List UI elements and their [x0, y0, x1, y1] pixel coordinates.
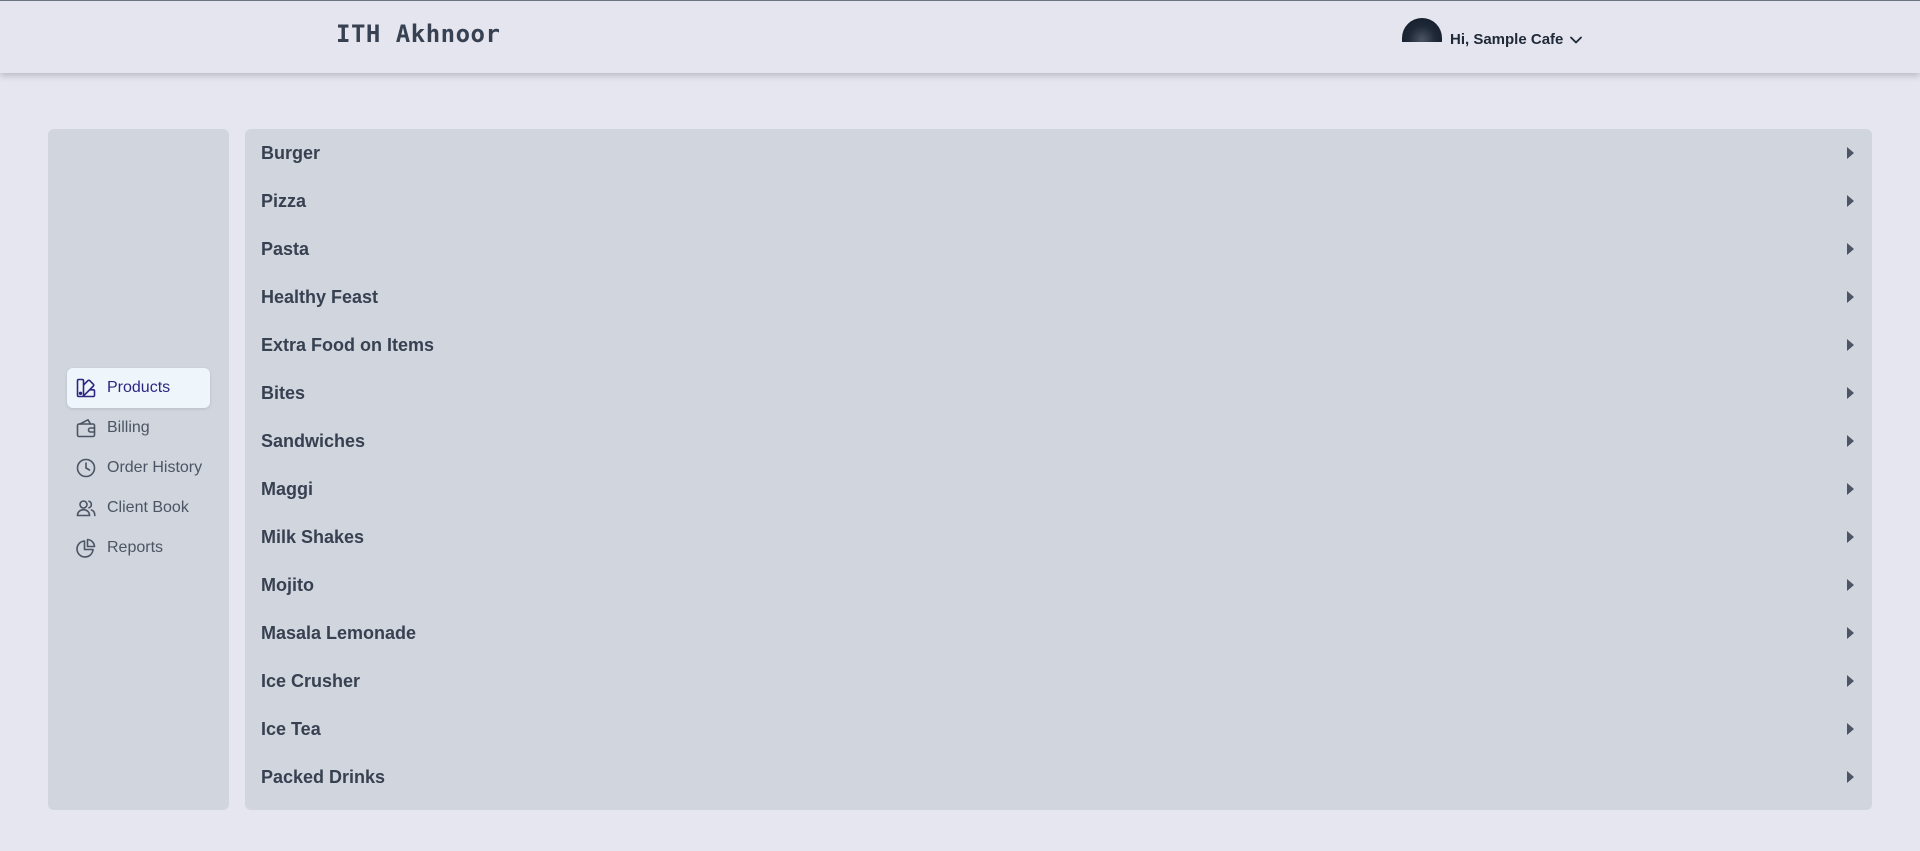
caret-right-icon[interactable] — [1847, 435, 1854, 447]
caret-right-icon[interactable] — [1847, 243, 1854, 255]
category-row-pasta[interactable]: Pasta — [245, 225, 1872, 273]
category-label: Pasta — [261, 238, 310, 259]
clock-icon — [75, 457, 97, 479]
category-label: Ice Crusher — [261, 670, 361, 691]
category-row-masala-lemonade[interactable]: Masala Lemonade — [245, 609, 1872, 657]
caret-right-icon[interactable] — [1847, 339, 1854, 351]
sidebar-item-order-history[interactable]: Order History — [67, 448, 210, 488]
category-row-burger[interactable]: Burger — [245, 129, 1872, 177]
category-row-healthy-feast[interactable]: Healthy Feast — [245, 273, 1872, 321]
caret-right-icon[interactable] — [1847, 627, 1854, 639]
brand-title: ITH Akhnoor — [336, 20, 501, 48]
category-row-packed-drinks[interactable]: Packed Drinks — [245, 753, 1872, 801]
user-greeting[interactable]: Hi, Sample Cafe — [1450, 31, 1563, 48]
pie-chart-icon — [75, 537, 97, 559]
caret-right-icon[interactable] — [1847, 579, 1854, 591]
category-label: Pizza — [261, 190, 307, 211]
caret-right-icon[interactable] — [1847, 147, 1854, 159]
category-list: Burger Pizza Pasta Healthy Feast Extra F… — [245, 129, 1872, 810]
category-label: Healthy Feast — [261, 286, 379, 307]
category-row-bites[interactable]: Bites — [245, 369, 1872, 417]
category-label: Sandwiches — [261, 430, 366, 451]
sidebar-item-label: Order History — [107, 459, 203, 476]
category-row-ice-crusher[interactable]: Ice Crusher — [245, 657, 1872, 705]
category-label: Masala Lemonade — [261, 622, 417, 643]
caret-right-icon[interactable] — [1847, 387, 1854, 399]
category-row-ice-tea[interactable]: Ice Tea — [245, 705, 1872, 753]
category-label: Mojito — [261, 574, 314, 595]
chevron-down-icon[interactable] — [1569, 33, 1583, 47]
user-menu[interactable]: Hi, Sample Cafe — [1402, 17, 1583, 57]
category-row-maggi[interactable]: Maggi — [245, 465, 1872, 513]
caret-right-icon[interactable] — [1847, 771, 1854, 783]
top-bar: ITH Akhnoor Hi, Sample Cafe — [0, 0, 1920, 73]
sidebar-item-billing[interactable]: Billing — [67, 408, 210, 448]
sidebar-item-label: Products — [107, 379, 171, 396]
caret-right-icon[interactable] — [1847, 195, 1854, 207]
sidebar-nav: Products Billing Order History Client Bo… — [67, 368, 210, 568]
category-row-sandwiches[interactable]: Sandwiches — [245, 417, 1872, 465]
sidebar-item-products[interactable]: Products — [67, 368, 210, 408]
caret-right-icon[interactable] — [1847, 483, 1854, 495]
caret-right-icon[interactable] — [1847, 723, 1854, 735]
users-icon — [75, 497, 97, 519]
category-label: Milk Shakes — [261, 526, 365, 547]
sidebar-item-label: Client Book — [107, 499, 189, 516]
sidebar-item-reports[interactable]: Reports — [67, 528, 210, 568]
sidebar-item-label: Billing — [107, 419, 150, 436]
sidebar-item-label: Reports — [107, 539, 164, 556]
category-label: Extra Food on Items — [261, 334, 435, 355]
category-label: Maggi — [261, 478, 313, 499]
sidebar: Products Billing Order History Client Bo… — [48, 129, 229, 810]
category-label: Bites — [261, 382, 306, 403]
wallet-icon — [75, 417, 97, 439]
sidebar-item-client-book[interactable]: Client Book — [67, 488, 210, 528]
category-row-mojito[interactable]: Mojito — [245, 561, 1872, 609]
caret-right-icon[interactable] — [1847, 291, 1854, 303]
category-label: Burger — [261, 142, 321, 163]
category-row-extra-food-on-items[interactable]: Extra Food on Items — [245, 321, 1872, 369]
category-label: Ice Tea — [261, 718, 321, 739]
category-label: Packed Drinks — [261, 766, 386, 787]
avatar[interactable] — [1402, 18, 1442, 42]
caret-right-icon[interactable] — [1847, 531, 1854, 543]
caret-right-icon[interactable] — [1847, 675, 1854, 687]
category-row-milk-shakes[interactable]: Milk Shakes — [245, 513, 1872, 561]
category-row-pizza[interactable]: Pizza — [245, 177, 1872, 225]
products-icon — [75, 377, 97, 399]
